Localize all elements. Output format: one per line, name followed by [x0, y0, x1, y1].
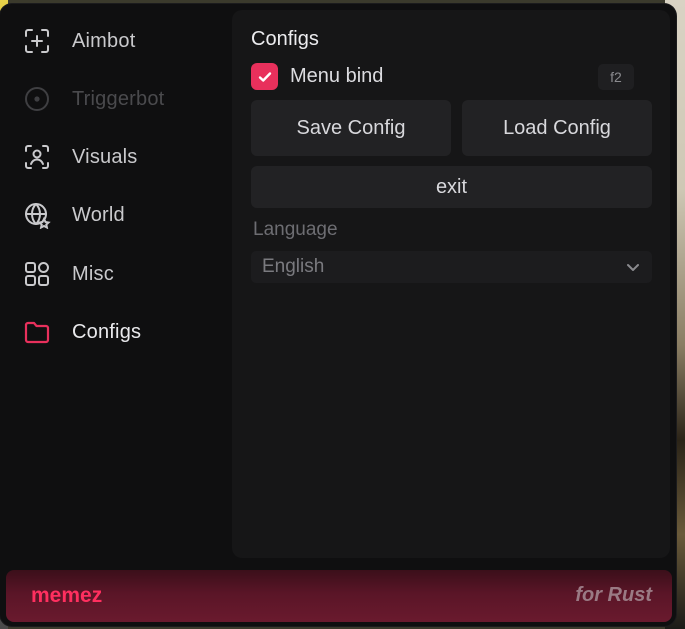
face-scan-icon	[22, 142, 52, 172]
brand-name: memez	[31, 584, 103, 607]
grid-icon	[22, 259, 52, 289]
configs-panel: Configs Menu bind f2 Save Config Load Co…	[232, 10, 670, 558]
save-config-button[interactable]: Save Config	[251, 100, 451, 156]
circle-dot-icon	[22, 84, 52, 114]
menu-bind-label: Menu bind	[290, 65, 384, 87]
chevron-down-icon	[627, 264, 639, 271]
footer-tagline: for Rust	[575, 584, 652, 606]
sidebar-item-aimbot[interactable]: Aimbot	[22, 24, 222, 58]
panel-title: Configs	[251, 28, 319, 50]
sidebar-item-label: Aimbot	[72, 29, 136, 52]
crosshair-plus-icon	[22, 26, 52, 56]
language-select-value: English	[262, 256, 325, 277]
sidebar-item-misc[interactable]: Misc	[22, 257, 222, 291]
check-icon	[258, 71, 271, 82]
sidebar-item-label: World	[72, 203, 125, 226]
sidebar-item-label: Misc	[72, 262, 114, 285]
load-config-button[interactable]: Load Config	[462, 100, 652, 156]
cheat-menu-window: Aimbot Triggerbot Visuals World Misc Con…	[0, 4, 676, 626]
footer-bar: memez for Rust	[6, 570, 672, 622]
sidebar-item-visuals[interactable]: Visuals	[22, 140, 222, 174]
sidebar-item-triggerbot[interactable]: Triggerbot	[22, 82, 222, 116]
language-label: Language	[253, 219, 338, 240]
sidebar-item-label: Triggerbot	[72, 87, 165, 110]
menu-bind-checkbox[interactable]	[251, 63, 278, 90]
sidebar-item-world[interactable]: World	[22, 198, 222, 232]
sidebar-item-configs[interactable]: Configs	[22, 315, 222, 349]
sidebar: Aimbot Triggerbot Visuals World Misc Con…	[0, 4, 230, 564]
menu-bind-key[interactable]: f2	[598, 64, 634, 90]
sidebar-item-label: Configs	[72, 320, 142, 343]
exit-button[interactable]: exit	[251, 166, 652, 208]
sidebar-item-label: Visuals	[72, 145, 138, 168]
globe-icon	[22, 200, 52, 230]
folder-icon	[22, 317, 52, 347]
language-select[interactable]: English	[251, 251, 652, 283]
